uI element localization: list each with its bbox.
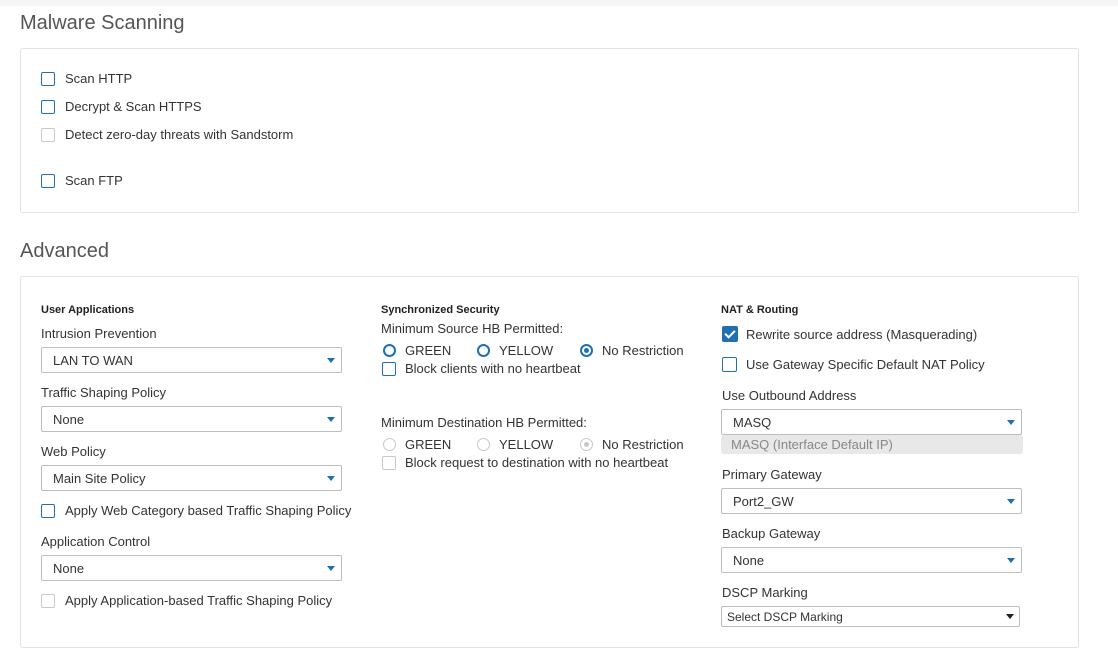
source-green-radio[interactable]: GREEN xyxy=(383,343,451,358)
dest-no-restriction-label: No Restriction xyxy=(602,437,684,452)
min-source-hb-label: Minimum Source HB Permitted: xyxy=(381,321,564,336)
outbound-address-label: Use Outbound Address xyxy=(722,388,857,403)
chevron-down-icon xyxy=(1007,420,1015,425)
checkbox-box xyxy=(382,455,396,470)
app-shaping-checkbox: Apply Application-based Traffic Shaping … xyxy=(41,593,332,608)
block-clients-label: Block clients with no heartbeat xyxy=(405,361,581,376)
radio-circle xyxy=(477,438,490,451)
sandstorm-checkbox: Detect zero-day threats with Sandstorm xyxy=(41,127,293,142)
decrypt-scan-https-label: Decrypt & Scan HTTPS xyxy=(65,99,202,114)
checkbox-box[interactable] xyxy=(41,71,55,86)
min-destination-hb-label: Minimum Destination HB Permitted: xyxy=(381,415,587,430)
dest-green-label: GREEN xyxy=(405,437,452,452)
malware-section-title: Malware Scanning xyxy=(20,12,185,34)
sandstorm-label: Detect zero-day threats with Sandstorm xyxy=(65,127,294,142)
dest-green-radio: GREEN xyxy=(383,437,451,452)
backup-gateway-select[interactable]: None xyxy=(721,547,1022,573)
block-clients-checkbox[interactable]: Block clients with no heartbeat xyxy=(382,361,581,376)
application-control-value: None xyxy=(53,560,85,576)
dscp-marking-select[interactable]: Select DSCP Marking xyxy=(721,606,1020,627)
chevron-down-icon xyxy=(1007,499,1015,504)
scan-ftp-label: Scan FTP xyxy=(65,173,123,188)
outbound-address-select[interactable]: MASQ xyxy=(721,409,1022,435)
checkbox-box[interactable] xyxy=(41,99,55,114)
outbound-address-value: MASQ xyxy=(733,414,772,430)
advanced-section-title: Advanced xyxy=(20,240,109,262)
traffic-shaping-value: None xyxy=(53,411,85,427)
checkmark-icon[interactable] xyxy=(722,326,738,342)
checkbox-box[interactable] xyxy=(41,173,55,188)
radio-circle-selected xyxy=(580,438,593,451)
scan-http-label: Scan HTTP xyxy=(65,71,133,86)
primary-gateway-select[interactable]: Port2_GW xyxy=(721,488,1022,514)
traffic-shaping-select[interactable]: None xyxy=(41,406,342,432)
intrusion-prevention-select[interactable]: LAN TO WAN xyxy=(41,347,342,373)
dest-yellow-radio: YELLOW xyxy=(477,437,553,452)
decrypt-scan-https-checkbox[interactable]: Decrypt & Scan HTTPS xyxy=(41,99,202,114)
block-dest-label: Block request to destination with no hea… xyxy=(405,455,669,470)
primary-gateway-value: Port2_GW xyxy=(733,493,794,509)
web-category-shaping-checkbox[interactable]: Apply Web Category based Traffic Shaping… xyxy=(41,503,351,518)
radio-circle[interactable] xyxy=(383,344,396,357)
intrusion-prevention-value: LAN TO WAN xyxy=(53,352,133,368)
web-category-shaping-label: Apply Web Category based Traffic Shaping… xyxy=(65,503,352,518)
traffic-shaping-label: Traffic Shaping Policy xyxy=(41,385,167,400)
dscp-marking-label: DSCP Marking xyxy=(722,585,808,600)
top-strip xyxy=(0,0,1118,6)
checkbox-box[interactable] xyxy=(41,503,55,518)
gateway-nat-policy-label: Use Gateway Specific Default NAT Policy xyxy=(746,357,985,372)
web-policy-select[interactable]: Main Site Policy xyxy=(41,465,342,491)
radio-circle-selected[interactable] xyxy=(580,344,593,357)
masquerading-checkbox[interactable]: Rewrite source address (Masquerading) xyxy=(722,326,977,342)
radio-circle xyxy=(383,438,396,451)
dest-yellow-label: YELLOW xyxy=(499,437,554,452)
dscp-marking-value: Select DSCP Marking xyxy=(727,609,843,624)
web-policy-label: Web Policy xyxy=(41,444,106,459)
chevron-down-icon xyxy=(327,358,335,363)
checkbox-box[interactable] xyxy=(382,361,396,376)
backup-gateway-label: Backup Gateway xyxy=(722,526,821,541)
chevron-down-icon xyxy=(1007,558,1015,563)
checkbox-box xyxy=(41,127,55,142)
backup-gateway-value: None xyxy=(733,552,765,568)
scan-http-checkbox[interactable]: Scan HTTP xyxy=(41,71,132,86)
app-shaping-label: Apply Application-based Traffic Shaping … xyxy=(65,593,333,608)
scan-ftp-checkbox[interactable]: Scan FTP xyxy=(41,173,123,188)
chevron-down-icon xyxy=(327,417,335,422)
block-dest-checkbox: Block request to destination with no hea… xyxy=(382,455,668,470)
dest-no-restriction-radio: No Restriction xyxy=(580,437,684,452)
application-control-select[interactable]: None xyxy=(41,555,342,581)
application-control-label: Application Control xyxy=(41,534,151,549)
chevron-down-icon xyxy=(327,566,335,571)
primary-gateway-label: Primary Gateway xyxy=(722,467,822,482)
checkbox-box xyxy=(41,593,55,608)
source-yellow-label: YELLOW xyxy=(499,343,554,358)
masquerading-label: Rewrite source address (Masquerading) xyxy=(746,326,978,342)
source-no-restriction-radio[interactable]: No Restriction xyxy=(580,343,684,358)
radio-circle[interactable] xyxy=(477,344,490,357)
source-yellow-radio[interactable]: YELLOW xyxy=(477,343,553,358)
synchronized-security-heading: Synchronized Security xyxy=(381,304,500,316)
chevron-down-icon xyxy=(327,476,335,481)
user-applications-heading: User Applications xyxy=(41,304,135,316)
gateway-nat-policy-checkbox[interactable]: Use Gateway Specific Default NAT Policy xyxy=(722,357,985,372)
source-green-label: GREEN xyxy=(405,343,452,358)
caret-down-icon xyxy=(1006,614,1014,619)
outbound-address-hint: MASQ (Interface Default IP) xyxy=(721,435,1023,454)
checkbox-box[interactable] xyxy=(722,357,737,372)
intrusion-prevention-label: Intrusion Prevention xyxy=(41,326,157,341)
nat-routing-heading: NAT & Routing xyxy=(721,304,799,316)
source-no-restriction-label: No Restriction xyxy=(602,343,684,358)
web-policy-value: Main Site Policy xyxy=(53,470,146,486)
